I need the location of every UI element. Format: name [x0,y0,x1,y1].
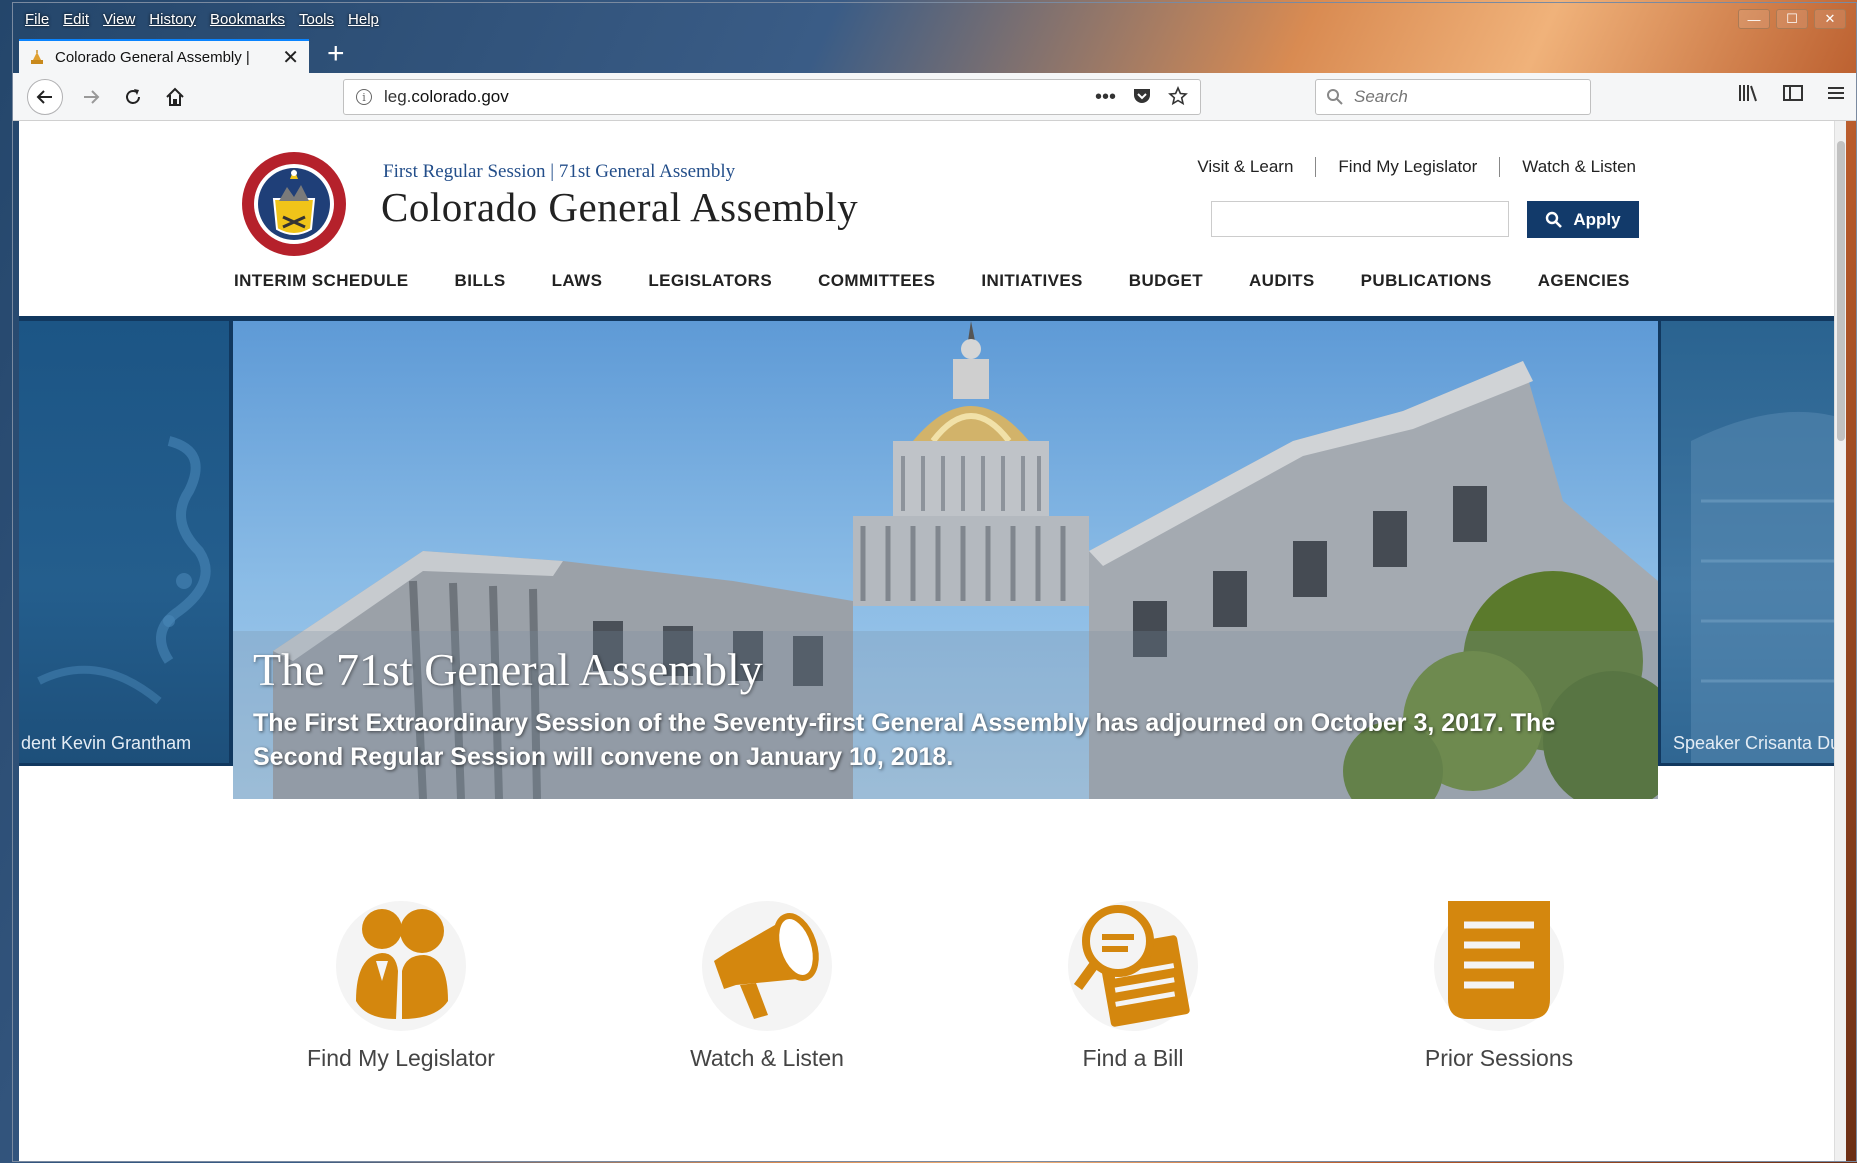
visit-learn-link[interactable]: Visit & Learn [1175,157,1315,177]
url-host-prefix: leg. [384,87,412,106]
menu-bookmarks[interactable]: Bookmarks [210,11,285,28]
main-navigation: INTERIM SCHEDULE BILLS LAWS LEGISLATORS … [234,271,1630,291]
apply-search-button[interactable]: Apply [1527,201,1639,238]
prev-slide-caption: dent Kevin Grantham [21,733,192,753]
find-my-legislator-link[interactable]: Find My Legislator [1315,157,1499,177]
browser-search-input[interactable] [1354,87,1574,107]
scrollbar-thumb[interactable] [1837,141,1845,441]
menu-tools[interactable]: Tools [299,11,334,28]
feature-links: Find My Legislator Watch & Listen Find a… [19,901,1834,1101]
close-window-button[interactable]: ✕ [1814,9,1846,29]
reload-icon [126,88,140,104]
legislator-people-icon [336,901,466,1031]
minimize-button[interactable]: — [1738,9,1770,29]
next-slide-caption: Speaker Crisanta Dur [1673,733,1834,753]
tab-strip: Colorado General Assembly | ✕ + [13,35,1856,73]
site-search-input[interactable] [1211,201,1509,237]
state-seal-logo-icon[interactable] [241,151,347,257]
navigation-toolbar: i leg.colorado.gov ••• [13,73,1856,121]
library-icon[interactable] [1738,83,1760,103]
bookmark-star-icon[interactable] [1168,85,1188,106]
nav-bills[interactable]: BILLS [455,271,506,291]
capitol-favicon-icon [31,50,43,64]
nav-committees[interactable]: COMMITTEES [818,271,935,291]
reload-button[interactable] [117,81,149,113]
maximize-button[interactable]: ☐ [1776,9,1808,29]
hero-title[interactable]: The 71st General Assembly [253,643,1638,696]
nav-audits[interactable]: AUDITS [1249,271,1315,291]
home-button[interactable] [159,81,191,113]
browser-window: File Edit View History Bookmarks Tools H… [12,2,1857,1162]
url-bar[interactable]: i leg.colorado.gov ••• [343,79,1201,115]
carousel-prev-slide[interactable]: dent Kevin Grantham [19,321,229,763]
feature-watch-listen[interactable]: Watch & Listen [637,901,897,1072]
browser-search-bar[interactable] [1315,79,1591,115]
bill-search-icon [1068,901,1198,1031]
utility-links: Visit & Learn Find My Legislator Watch &… [1175,157,1636,177]
pocket-icon[interactable] [1132,86,1152,106]
nav-budget[interactable]: BUDGET [1129,271,1203,291]
window-controls: — ☐ ✕ [1738,9,1846,29]
document-archive-icon [1434,901,1564,1031]
web-page: First Regular Session | 71st General Ass… [19,121,1846,1161]
tab-colorado-general-assembly[interactable]: Colorado General Assembly | ✕ [19,39,309,73]
back-button[interactable] [27,78,63,115]
site-title[interactable]: Colorado General Assembly [381,183,858,231]
menu-edit[interactable]: Edit [63,11,89,28]
ornament-image [37,436,211,705]
building-image [1691,411,1834,763]
nav-initiatives[interactable]: INITIATIVES [981,271,1082,291]
hero-caption: The 71st General Assembly The First Extr… [233,631,1658,799]
hamburger-menu-icon[interactable] [1826,83,1846,103]
menu-file[interactable]: File [25,11,49,28]
feature-label: Watch & Listen [690,1045,844,1071]
tab-close-icon[interactable]: ✕ [282,45,299,70]
apply-label: Apply [1573,209,1621,229]
menu-help[interactable]: Help [348,11,379,28]
forward-button[interactable] [75,81,107,113]
site-header: First Regular Session | 71st General Ass… [19,121,1834,316]
home-icon [166,87,184,106]
feature-label: Find a Bill [1082,1045,1184,1071]
feature-label: Find My Legislator [307,1045,495,1071]
url-text[interactable]: leg.colorado.gov [384,87,1083,107]
nav-publications[interactable]: PUBLICATIONS [1361,271,1492,291]
hero-subtitle: The First Extraordinary Session of the S… [253,709,1556,771]
feature-find-a-bill[interactable]: Find a Bill [1003,901,1263,1072]
nav-laws[interactable]: LAWS [552,271,603,291]
new-tab-button[interactable]: + [327,39,345,69]
nav-agencies[interactable]: AGENCIES [1538,271,1630,291]
magnifier-icon [1546,211,1563,228]
session-subtitle[interactable]: First Regular Session | 71st General Ass… [383,161,735,183]
sidebar-icon[interactable] [1782,83,1804,103]
back-arrow-icon [36,89,52,104]
carousel-next-slide[interactable]: Speaker Crisanta Dur [1661,321,1834,763]
watch-listen-link[interactable]: Watch & Listen [1499,157,1636,177]
site-info-icon[interactable]: i [356,89,372,105]
feature-find-my-legislator[interactable]: Find My Legislator [271,901,531,1072]
menu-view[interactable]: View [103,11,135,28]
search-icon [1327,89,1343,105]
nav-interim-schedule[interactable]: INTERIM SCHEDULE [234,271,409,291]
feature-prior-sessions[interactable]: Prior Sessions [1369,901,1629,1072]
menu-bar: File Edit View History Bookmarks Tools H… [13,3,1856,35]
tab-title: Colorado General Assembly | [55,48,250,66]
megaphone-icon [702,901,832,1031]
menu-history[interactable]: History [149,11,196,28]
url-host-main: colorado.gov [411,87,509,106]
toolbar-right [1738,83,1846,103]
page-actions-menu-icon[interactable]: ••• [1095,86,1116,109]
page-scrollbar[interactable] [1834,121,1846,1161]
hero-slide[interactable]: The 71st General Assembly The First Extr… [233,321,1658,799]
page-actions: ••• [1095,85,1200,109]
forward-arrow-icon [84,89,100,104]
feature-label: Prior Sessions [1424,1045,1574,1071]
nav-legislators[interactable]: LEGISLATORS [648,271,772,291]
